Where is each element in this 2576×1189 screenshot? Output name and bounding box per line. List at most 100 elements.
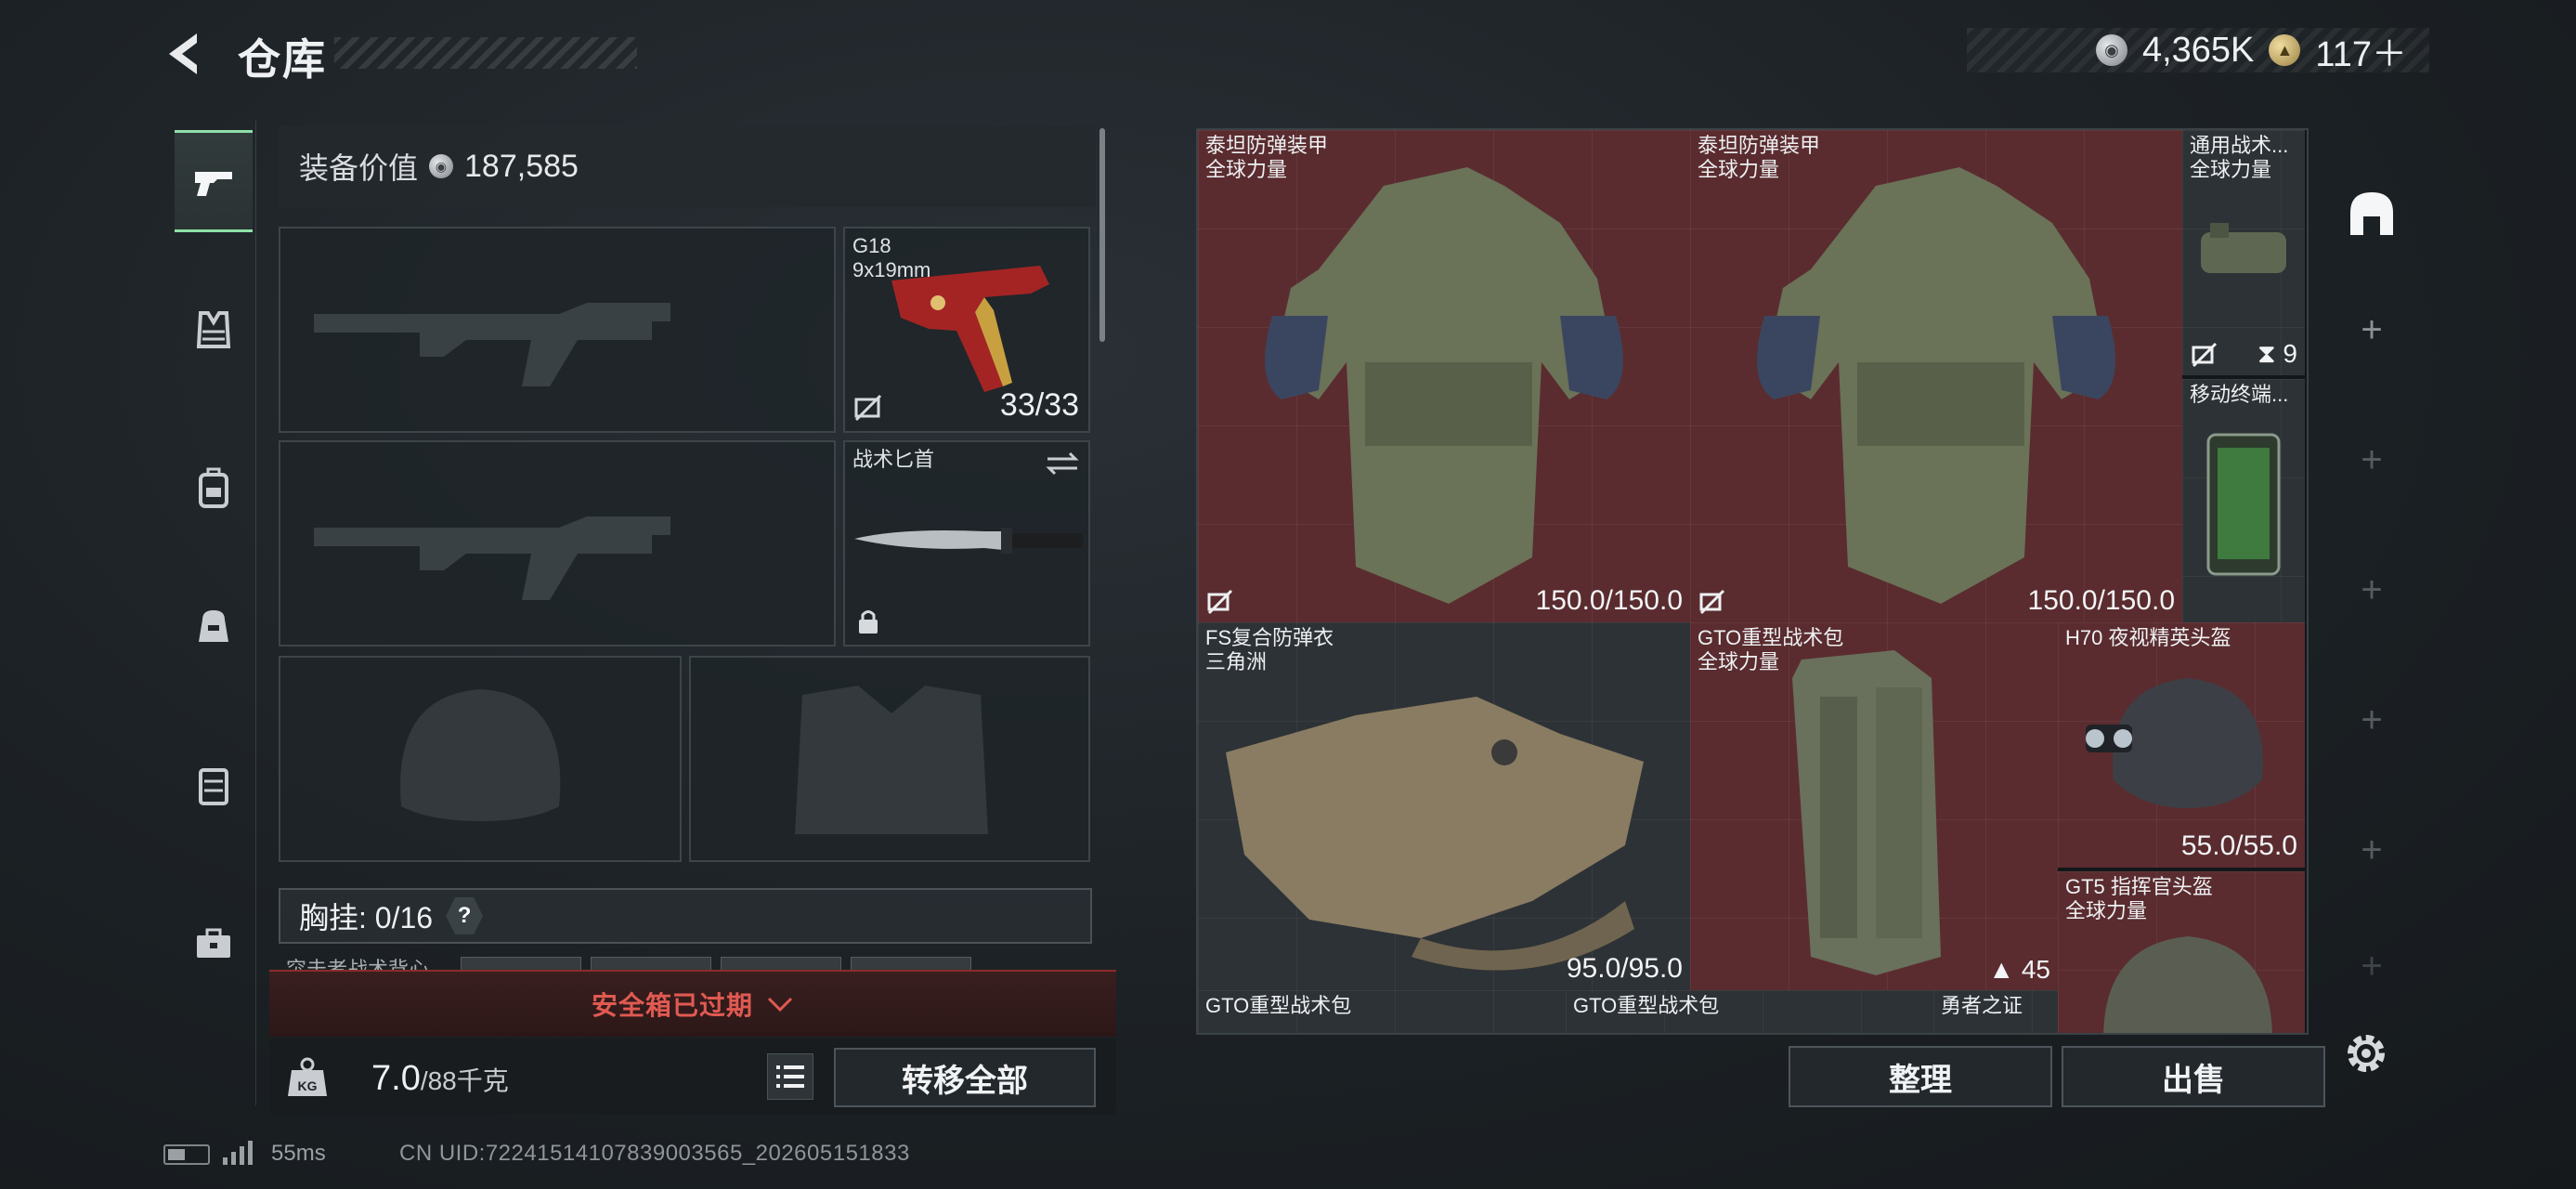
- rifle-silhouette-icon: [314, 303, 670, 386]
- helmet-silhouette-icon: [400, 689, 561, 821]
- fs-composite-armor-image: [1226, 697, 1644, 971]
- weight-kg-icon: KG: [282, 1053, 332, 1104]
- mobile-terminal-image: [2206, 433, 2281, 576]
- armor-silhouette-icon: [795, 686, 988, 834]
- silver-coin-icon: ◉: [2095, 34, 2127, 66]
- pistol-name: G18: [852, 234, 891, 257]
- equipment-value: 187,585: [464, 148, 579, 184]
- item-capacity: ▲ 45: [1988, 955, 2050, 984]
- item-durability: 55.0/55.0: [2180, 830, 2297, 861]
- swap-icon[interactable]: [1044, 450, 1081, 477]
- gt5-helmet-image: [2103, 936, 2272, 1033]
- storage-item[interactable]: H70 夜视精英头盔 55.0/55.0: [2058, 622, 2305, 868]
- silver-coin-icon: ◉: [429, 154, 454, 178]
- back-arrow-icon: [169, 33, 197, 74]
- back-button[interactable]: [160, 28, 212, 80]
- storage-item[interactable]: 泰坦防弹装甲 全球力量 150.0/150.0: [1690, 130, 2182, 622]
- tab-add[interactable]: +: [2333, 557, 2411, 622]
- currency-bar: ◉ 4,365K ▲ 117＋: [1967, 28, 2429, 74]
- transfer-all-button[interactable]: 转移全部: [834, 1048, 1096, 1107]
- titan-armor-image: [1265, 167, 1623, 604]
- tab-warehouse[interactable]: [2333, 167, 2411, 260]
- no-insure-icon: [2192, 342, 2218, 368]
- tab-add[interactable]: +: [2333, 687, 2411, 752]
- storage-item[interactable]: GTO重型战术包: [1566, 990, 1933, 1033]
- no-insure-icon: [1207, 589, 1233, 615]
- page-title: 仓库: [238, 35, 327, 84]
- safebox-expired-banner[interactable]: 安全箱已过期: [269, 970, 1116, 1037]
- settings-gear-icon[interactable]: [2340, 1027, 2392, 1079]
- svg-text:KG: KG: [298, 1078, 318, 1093]
- primary-weapon-slot[interactable]: [279, 227, 836, 433]
- tab-add[interactable]: +: [2333, 427, 2411, 492]
- no-insure-icon: [1699, 589, 1725, 615]
- list-icon: [776, 1065, 804, 1088]
- ping-value: 55ms: [271, 1141, 326, 1166]
- item-name: 勇者之证: [1941, 994, 2023, 1017]
- rig-capacity-icon: ⧗: [2257, 339, 2276, 368]
- pistol-ammo: 33/33: [999, 387, 1079, 423]
- nav-item-bag[interactable]: [175, 576, 253, 678]
- bag-icon: [199, 610, 228, 642]
- gto-heavy-pack-image: [1792, 650, 1941, 975]
- capacity-icon: ▲: [1988, 955, 2015, 984]
- gold-currency-value[interactable]: 117＋: [2315, 25, 2407, 76]
- nav-item-vest[interactable]: [175, 279, 253, 381]
- help-icon[interactable]: ?: [446, 897, 484, 934]
- loadout-scrollbar[interactable]: [1099, 128, 1105, 342]
- armor-slot[interactable]: [689, 656, 1090, 862]
- no-insure-icon: [854, 394, 882, 422]
- safebox-expired-text: 安全箱已过期: [591, 991, 753, 1020]
- list-view-button[interactable]: [767, 1053, 813, 1100]
- sell-button[interactable]: 出售: [2062, 1046, 2325, 1107]
- tab-add[interactable]: +: [2333, 817, 2411, 882]
- sort-button[interactable]: 整理: [1789, 1046, 2052, 1107]
- nav-item-case[interactable]: [175, 734, 253, 836]
- nav-item-backpack[interactable]: [175, 437, 253, 539]
- item-name: GTO重型战术包: [1205, 994, 1352, 1017]
- carry-weight-value: 7.0: [371, 1059, 421, 1098]
- silver-currency-value: 4,365K: [2141, 30, 2255, 70]
- storage-item[interactable]: 移动终端...: [2182, 379, 2305, 622]
- knife-slot[interactable]: 战术匕首: [843, 440, 1090, 647]
- title-decoration: [334, 37, 637, 69]
- chest-rig-bar[interactable]: 胸挂: 0/16 ?: [279, 888, 1092, 944]
- pistol-caliber: 9x19mm: [852, 258, 931, 281]
- storage-item[interactable]: GTO重型战术包 全球力量 ▲ 45: [1690, 622, 2058, 990]
- helmet-slot[interactable]: [279, 656, 682, 862]
- lock-icon: [859, 610, 878, 634]
- equipment-value-row: 装备价值 ◉ 187,585: [279, 125, 1096, 207]
- nav-item-weapons[interactable]: [175, 130, 253, 232]
- carry-weight-max: /88千克: [420, 1066, 509, 1095]
- storage-item[interactable]: 泰坦防弹装甲 全球力量 150.0/150.0: [1198, 130, 1690, 622]
- equipment-value-label: 装备价值: [299, 151, 419, 185]
- storage-item[interactable]: 通用战术... 全球力量 ⧗ 9: [2182, 130, 2305, 375]
- tab-add[interactable]: +: [2333, 946, 2411, 986]
- storage-item[interactable]: GT5 指挥官头盔 全球力量: [2058, 871, 2305, 1033]
- storage-item[interactable]: 勇者之证: [1933, 990, 2058, 1033]
- warehouse-icon: [2350, 192, 2393, 235]
- storage-item[interactable]: GTO重型战术包: [1198, 990, 1566, 1033]
- gold-coin-icon: ▲: [2269, 34, 2301, 66]
- category-nav: [163, 121, 256, 1105]
- item-capacity: ⧗ 9: [2257, 339, 2297, 368]
- item-durability: 150.0/150.0: [1535, 585, 1683, 616]
- chevron-down-icon: [767, 997, 793, 1013]
- nav-item-toolbox[interactable]: [175, 892, 253, 994]
- storage-tabs: + + + + + +: [2329, 130, 2413, 1022]
- pistol-icon: [195, 172, 232, 196]
- case-icon: [199, 768, 228, 805]
- knife-name: 战术匕首: [852, 448, 935, 471]
- item-durability: 150.0/150.0: [2027, 585, 2175, 616]
- tab-add[interactable]: +: [2333, 297, 2411, 362]
- storage-item[interactable]: FS复合防弹衣 三角洲 95.0/95.0: [1198, 622, 1690, 990]
- titan-armor-image: [1757, 167, 2115, 604]
- item-name: GTO重型战术包: [1573, 994, 1720, 1017]
- secondary-weapon-slot[interactable]: [279, 440, 836, 647]
- toolbox-icon: [197, 928, 230, 958]
- vest-icon: [196, 311, 231, 348]
- battery-icon: [163, 1144, 210, 1165]
- rifle-silhouette-icon: [314, 516, 670, 600]
- item-durability: 95.0/95.0: [1566, 953, 1683, 984]
- pistol-slot[interactable]: G18 9x19mm 33/33: [843, 227, 1090, 433]
